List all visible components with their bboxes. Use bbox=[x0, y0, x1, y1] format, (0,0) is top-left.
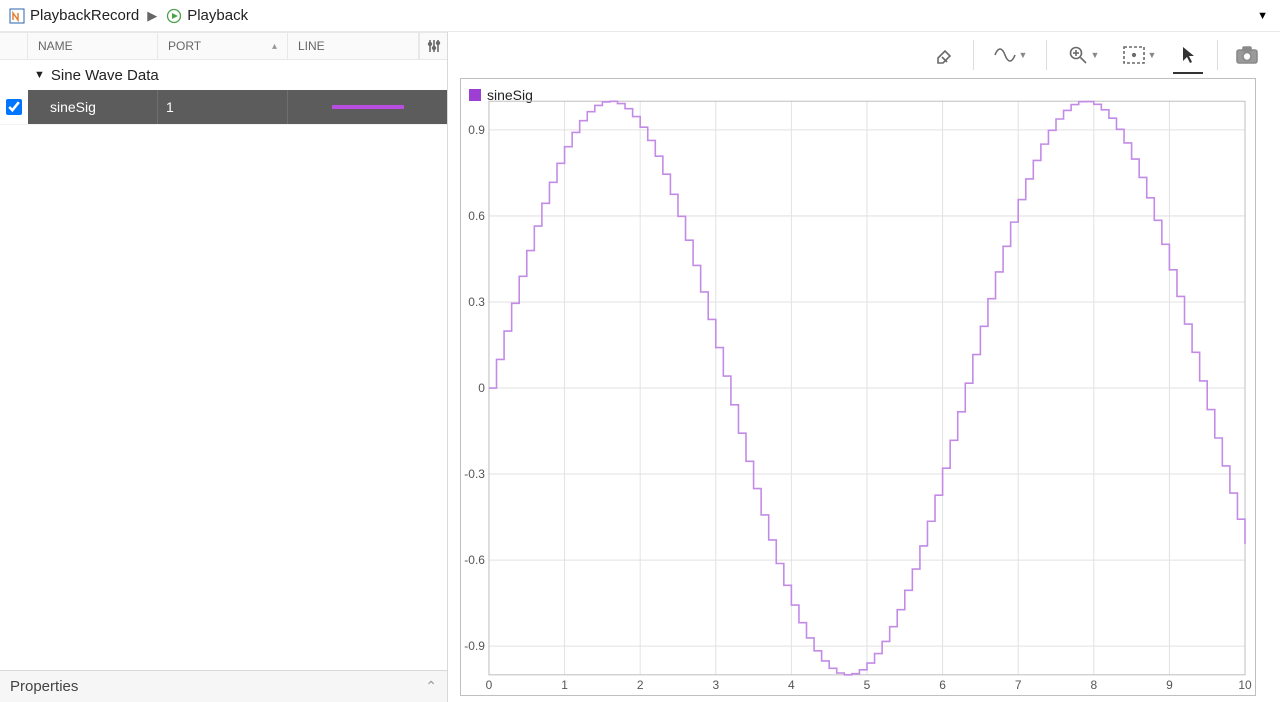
signal-name-cell[interactable]: sineSig bbox=[28, 90, 158, 124]
signal-linestyle-cell[interactable] bbox=[288, 90, 447, 124]
zoom-button[interactable]: ▼ bbox=[1055, 38, 1111, 72]
collapse-icon: ▼ bbox=[34, 69, 45, 81]
signal-port-cell[interactable]: 1 bbox=[158, 90, 288, 124]
svg-text:5: 5 bbox=[864, 678, 871, 692]
column-header-name[interactable]: NAME bbox=[28, 33, 158, 59]
column-header-line[interactable]: LINE bbox=[288, 33, 419, 59]
chevron-down-icon: ▼ bbox=[1148, 50, 1157, 60]
chevron-up-icon: ⌃ bbox=[425, 678, 437, 695]
clear-button[interactable] bbox=[923, 38, 965, 72]
chevron-down-icon: ▼ bbox=[1091, 50, 1100, 60]
breadcrumb-bar: PlaybackRecord ▶ Playback ▼ bbox=[0, 0, 1280, 32]
svg-text:3: 3 bbox=[712, 678, 719, 692]
pointer-button[interactable] bbox=[1167, 38, 1209, 72]
snapshot-button[interactable] bbox=[1226, 38, 1268, 72]
breadcrumb-root[interactable]: PlaybackRecord bbox=[30, 7, 139, 24]
svg-text:8: 8 bbox=[1090, 678, 1097, 692]
signal-group-label: Sine Wave Data bbox=[51, 67, 159, 84]
svg-text:9: 9 bbox=[1166, 678, 1173, 692]
signals-panel: NAME PORT ▴ LINE ▼ Sine Wave Data sineSi… bbox=[0, 32, 448, 702]
svg-text:0.6: 0.6 bbox=[468, 209, 485, 223]
model-icon bbox=[8, 7, 26, 25]
svg-text:4: 4 bbox=[788, 678, 795, 692]
chart-area[interactable]: sineSig 012345678910-0.9-0.6-0.300.30.60… bbox=[460, 78, 1256, 696]
signal-visibility-checkbox[interactable] bbox=[0, 90, 28, 124]
svg-text:0: 0 bbox=[478, 381, 485, 395]
svg-text:10: 10 bbox=[1238, 678, 1252, 692]
svg-text:0: 0 bbox=[486, 678, 493, 692]
svg-text:-0.3: -0.3 bbox=[464, 467, 485, 481]
line-color-swatch bbox=[332, 105, 404, 109]
breadcrumb-separator-icon: ▶ bbox=[147, 8, 157, 24]
svg-text:2: 2 bbox=[637, 678, 644, 692]
svg-text:0.9: 0.9 bbox=[468, 123, 485, 137]
column-settings-button[interactable] bbox=[419, 33, 447, 59]
signal-group-row[interactable]: ▼ Sine Wave Data bbox=[0, 60, 447, 90]
signal-row[interactable]: sineSig 1 bbox=[0, 90, 447, 124]
properties-panel-header[interactable]: Properties ⌃ bbox=[0, 670, 447, 702]
plot-toolbar: ▼ ▼ ▼ bbox=[448, 32, 1280, 78]
column-header-port[interactable]: PORT ▴ bbox=[158, 33, 288, 59]
column-header-port-label: PORT bbox=[168, 39, 201, 53]
signal-type-button[interactable]: ▼ bbox=[982, 38, 1038, 72]
playback-icon bbox=[165, 7, 183, 25]
svg-text:1: 1 bbox=[561, 678, 568, 692]
breadcrumb-menu-button[interactable]: ▼ bbox=[1257, 10, 1268, 22]
fit-to-view-button[interactable]: ▼ bbox=[1111, 38, 1167, 72]
breadcrumb-leaf[interactable]: Playback bbox=[187, 7, 248, 24]
chevron-down-icon: ▼ bbox=[1019, 50, 1028, 60]
sort-ascending-icon: ▴ bbox=[272, 41, 277, 52]
svg-text:0.3: 0.3 bbox=[468, 295, 485, 309]
svg-text:7: 7 bbox=[1015, 678, 1022, 692]
svg-text:6: 6 bbox=[939, 678, 946, 692]
properties-label: Properties bbox=[10, 678, 78, 695]
signals-column-header: NAME PORT ▴ LINE bbox=[0, 32, 447, 60]
svg-text:-0.9: -0.9 bbox=[464, 639, 485, 653]
plot-panel: ▼ ▼ ▼ sineSig bbox=[448, 32, 1280, 702]
svg-text:-0.6: -0.6 bbox=[464, 553, 485, 567]
